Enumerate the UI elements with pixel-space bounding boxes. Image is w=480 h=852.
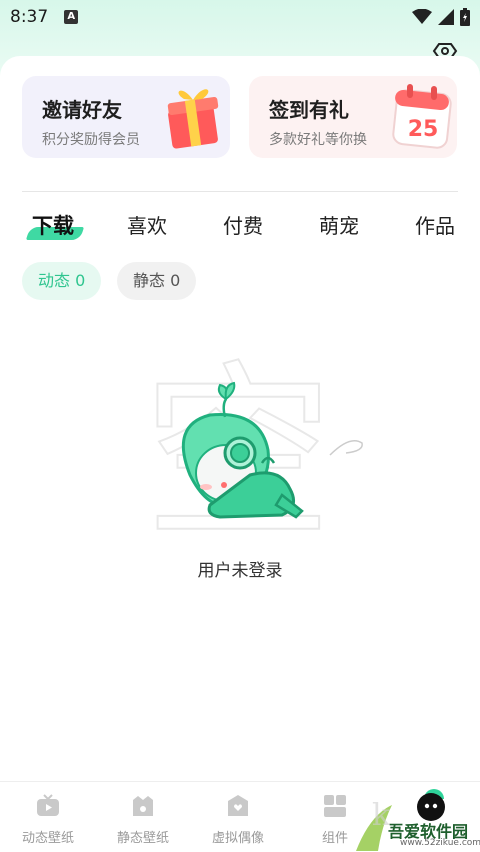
status-bar: 8:37 A: [0, 0, 480, 34]
filter-dynamic-chip[interactable]: 动态 0: [22, 262, 102, 300]
idol-icon: [228, 795, 248, 816]
tab-likes[interactable]: 喜欢: [127, 208, 167, 244]
widget-icon: [324, 795, 346, 817]
battery-icon: [460, 8, 470, 26]
calendar-day: 25: [408, 117, 439, 142]
section-divider: [22, 191, 458, 192]
calendar-icon: 25: [392, 84, 452, 149]
wifi-icon: [412, 9, 432, 24]
nav-label-dynamic-wallpaper: 动态壁纸: [21, 831, 74, 846]
notification-icon: A: [64, 10, 79, 24]
content-tabs: 下载 喜欢 付费 萌宠 作品: [0, 208, 480, 248]
tv-icon: [37, 794, 59, 816]
tab-works[interactable]: 作品: [415, 208, 455, 244]
nav-item-virtual-idol[interactable]: 虚拟偶像: [190, 782, 286, 852]
sign-in-card[interactable]: 签到有礼 多款好礼等你换 25: [249, 76, 457, 158]
tab-pets[interactable]: 萌宠: [319, 208, 359, 244]
tab-download[interactable]: 下载: [32, 208, 74, 244]
gift-icon: [167, 89, 219, 149]
status-time: 8:37: [10, 7, 49, 27]
filter-static-chip[interactable]: 静态 0: [117, 262, 197, 300]
nav-label-virtual-idol: 虚拟偶像: [211, 831, 264, 846]
invite-friends-card[interactable]: 邀请好友 积分奖励得会员: [22, 76, 230, 158]
watermark-url: www.52zikue.com: [400, 838, 480, 848]
nav-item-static-wallpaper[interactable]: 静态壁纸: [95, 782, 191, 852]
nav-item-dynamic-wallpaper[interactable]: 动态壁纸: [0, 782, 96, 852]
image-icon: [133, 796, 153, 816]
status-icons: [412, 8, 470, 26]
nav-label-static-wallpaper: 静态壁纸: [116, 831, 169, 846]
signal-icon: [438, 9, 454, 25]
empty-state-illustration: 空: [150, 355, 363, 530]
empty-state-message: 用户未登录: [197, 561, 283, 581]
tab-paid[interactable]: 付费: [223, 208, 263, 244]
